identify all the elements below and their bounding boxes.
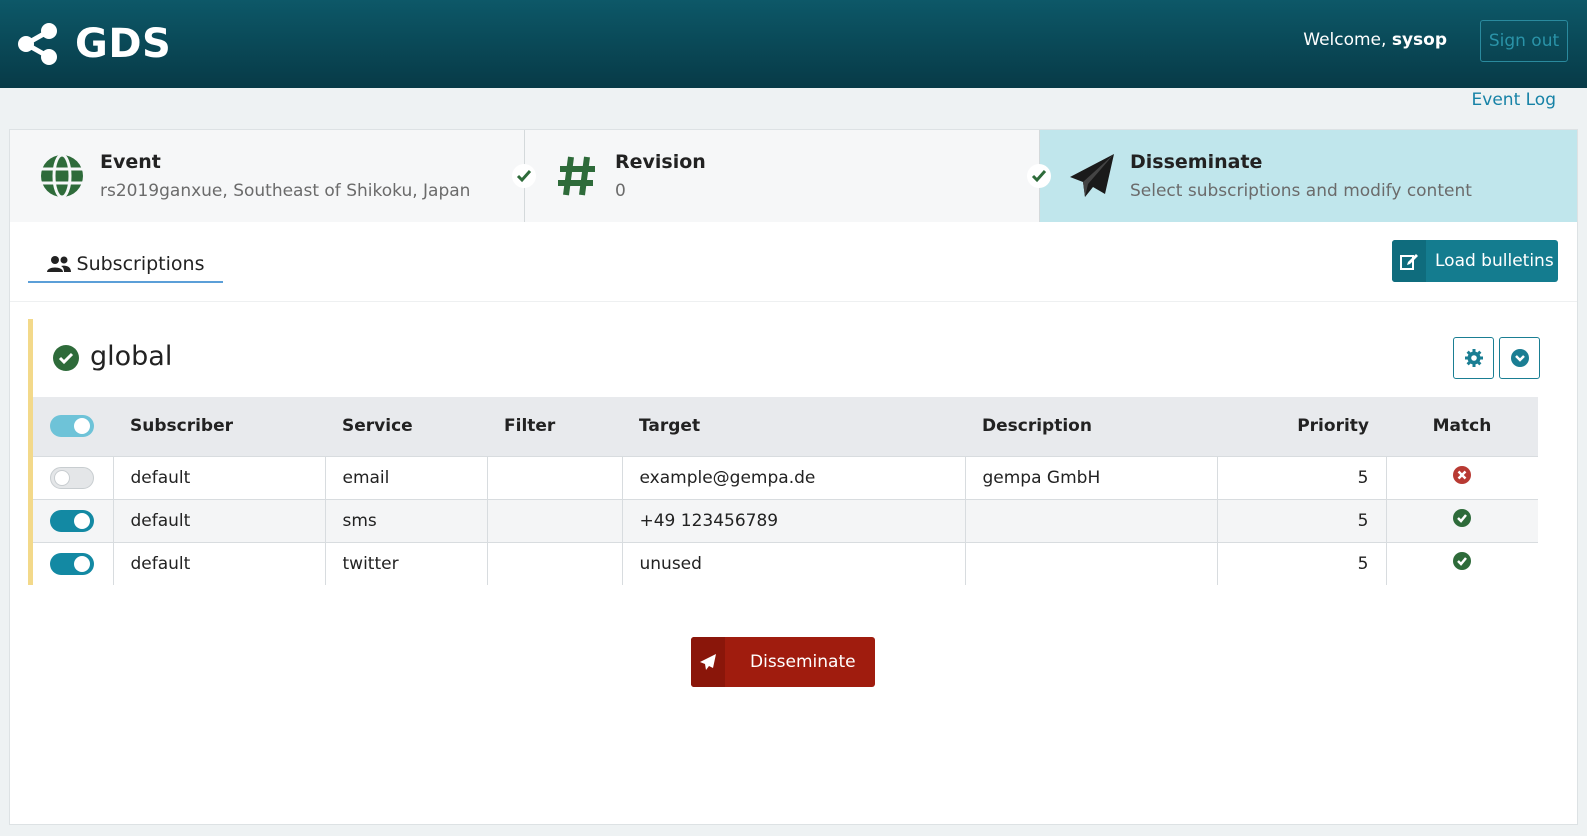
chevron-down-icon xyxy=(1510,349,1529,367)
gear-icon xyxy=(1464,349,1483,367)
step-disseminate[interactable]: Disseminate Select subscriptions and mod… xyxy=(1040,130,1577,222)
paper-plane-icon xyxy=(1068,152,1116,200)
share-icon xyxy=(17,22,59,66)
subscriber-cell: default xyxy=(112,541,325,585)
target-cell: +49 123456789 xyxy=(621,498,965,542)
table-header-row: Subscriber Service Filter Target Descrip… xyxy=(33,397,1538,456)
step-subtitle: 0 xyxy=(615,181,626,201)
group-collapse-button[interactable] xyxy=(1499,337,1540,379)
step-subtitle: Select subscriptions and modify content xyxy=(1130,181,1472,201)
column-header[interactable]: Match xyxy=(1386,397,1538,456)
description-cell xyxy=(964,498,1217,542)
workflow-steps: Event rs2019ganxue, Southeast of Shikoku… xyxy=(10,130,1577,222)
hash-icon xyxy=(553,152,601,200)
column-header[interactable]: Priority xyxy=(1217,397,1386,456)
filter-cell xyxy=(486,541,622,585)
table-row: default email example@gempa.de gempa Gmb… xyxy=(33,455,1538,499)
priority-cell: 5 xyxy=(1216,455,1386,499)
paper-plane-icon xyxy=(691,637,725,687)
filter-cell xyxy=(486,455,622,499)
column-header[interactable]: Description xyxy=(965,397,1217,456)
step-revision[interactable]: Revision 0 xyxy=(525,130,1051,222)
group-header: global xyxy=(33,319,1540,397)
group-settings-button[interactable] xyxy=(1453,337,1494,379)
check-circle-icon xyxy=(1453,509,1472,527)
sign-out-button[interactable]: Sign out xyxy=(1480,20,1568,62)
target-cell: unused xyxy=(621,541,965,585)
step-title: Event xyxy=(100,151,161,173)
welcome-prefix: Welcome, xyxy=(1303,30,1387,50)
column-header[interactable]: Target xyxy=(622,397,965,456)
disseminate-button[interactable]: Disseminate xyxy=(691,637,875,687)
subscriber-cell: default xyxy=(112,455,325,499)
table-row: default sms +49 123456789 5 xyxy=(33,498,1538,542)
check-circle-icon xyxy=(1453,552,1472,571)
priority-cell: 5 xyxy=(1216,541,1386,585)
users-icon xyxy=(46,255,71,272)
column-header[interactable]: Filter xyxy=(487,397,622,456)
username: sysop xyxy=(1391,30,1447,50)
select-all-toggle[interactable] xyxy=(50,415,94,438)
target-cell: example@gempa.de xyxy=(621,455,965,499)
check-circle-icon xyxy=(53,345,79,375)
priority-cell: 5 xyxy=(1216,498,1386,542)
service-cell: twitter xyxy=(324,541,487,585)
match-cell xyxy=(1385,498,1538,542)
match-cell xyxy=(1385,541,1538,585)
check-icon xyxy=(1027,164,1051,188)
main-card: Event rs2019ganxue, Southeast of Shikoku… xyxy=(9,129,1578,825)
row-enable-toggle[interactable] xyxy=(50,509,94,532)
column-header[interactable]: Service xyxy=(325,397,487,456)
subscriber-cell: default xyxy=(112,498,325,542)
step-subtitle: rs2019ganxue, Southeast of Shikoku, Japa… xyxy=(100,181,471,201)
step-title: Revision xyxy=(615,151,706,173)
table-row: default twitter unused 5 xyxy=(33,541,1538,585)
row-toggle-cell xyxy=(33,455,113,499)
globe-icon xyxy=(38,152,86,200)
group-title: global xyxy=(90,341,173,372)
tab-subscriptions[interactable]: Subscriptions xyxy=(28,246,223,283)
disseminate-label: Disseminate xyxy=(750,652,856,672)
column-header[interactable]: Subscriber xyxy=(113,397,325,456)
service-cell: sms xyxy=(324,498,487,542)
description-cell: gempa GmbH xyxy=(964,455,1217,499)
row-toggle-cell xyxy=(33,498,113,542)
step-event[interactable]: Event rs2019ganxue, Southeast of Shikoku… xyxy=(10,130,536,222)
app-name: GDS xyxy=(75,21,172,67)
load-bulletins-button[interactable]: Load bulletins xyxy=(1392,240,1558,282)
tab-row: Subscriptions Load bulletins xyxy=(10,222,1577,302)
service-cell: email xyxy=(324,455,487,499)
step-title: Disseminate xyxy=(1130,151,1263,173)
check-icon xyxy=(512,164,536,188)
load-bulletins-label: Load bulletins xyxy=(1435,251,1554,271)
subscriptions-table: Subscriber Service Filter Target Descrip… xyxy=(33,397,1538,585)
x-circle-icon xyxy=(1453,466,1472,484)
edit-icon xyxy=(1392,240,1426,282)
welcome-text: Welcome, sysop xyxy=(1303,30,1447,50)
select-all-cell xyxy=(33,397,113,456)
row-enable-toggle[interactable] xyxy=(50,466,94,489)
description-cell xyxy=(964,541,1217,585)
top-bar: GDS Welcome, sysop Sign out xyxy=(0,0,1587,88)
row-enable-toggle[interactable] xyxy=(50,552,94,575)
match-cell xyxy=(1385,455,1538,499)
filter-cell xyxy=(486,498,622,542)
row-toggle-cell xyxy=(33,541,113,585)
brand[interactable]: GDS xyxy=(17,21,171,67)
event-log-link[interactable]: Event Log xyxy=(1472,90,1556,110)
subscription-group: global Subscriber Service Filter Target … xyxy=(28,319,1540,585)
tab-label: Subscriptions xyxy=(76,252,205,275)
